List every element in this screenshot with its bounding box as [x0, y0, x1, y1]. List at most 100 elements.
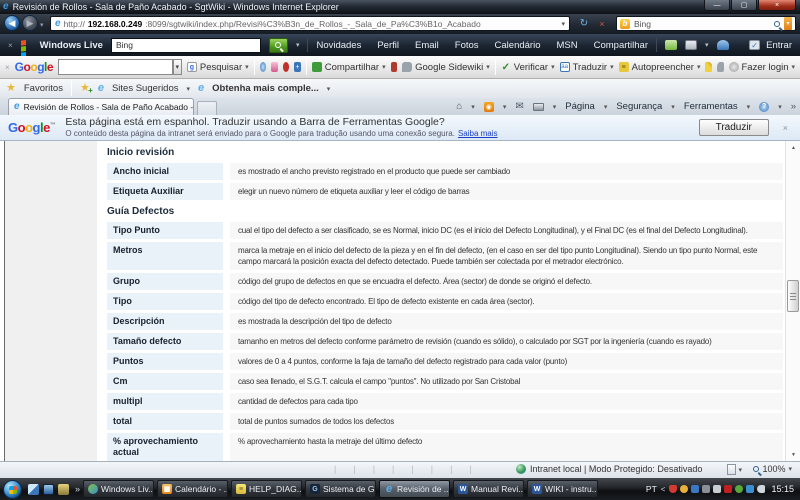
- quick-launch-overflow-icon[interactable]: »: [75, 484, 80, 494]
- taskbar-task[interactable]: GSistema de G...: [305, 480, 376, 498]
- scroll-up-icon[interactable]: ▲: [786, 141, 800, 154]
- home-icon[interactable]: ⌂: [456, 102, 462, 112]
- chevron-down-icon[interactable]: ▾: [327, 85, 331, 93]
- refresh-button[interactable]: ↻: [576, 16, 592, 31]
- live-search-button[interactable]: [269, 38, 288, 53]
- camera-icon[interactable]: [391, 62, 398, 72]
- security-shield-icon[interactable]: [669, 485, 677, 493]
- autofill-button[interactable]: ≡ Autopreencher▾: [619, 62, 701, 73]
- chevron-down-icon[interactable]: ▾: [503, 103, 507, 111]
- vertical-scrollbar[interactable]: ▲ ▼: [785, 141, 800, 461]
- mail-icon[interactable]: ✉: [515, 102, 523, 112]
- taskbar-task[interactable]: WManual Revi...: [453, 480, 524, 498]
- address-input[interactable]: e http://192.168.0.249:8099/sgtwiki/inde…: [50, 16, 570, 31]
- favorites-button[interactable]: Favoritos: [24, 83, 63, 94]
- close-button[interactable]: ×: [758, 0, 796, 11]
- toolbar-overflow-button[interactable]: »: [791, 101, 796, 112]
- pen-icon[interactable]: [713, 485, 721, 493]
- google-search-input[interactable]: [58, 59, 173, 75]
- taskbar-task[interactable]: Windows Liv...: [83, 480, 154, 498]
- live-search-input[interactable]: Bing: [111, 38, 261, 53]
- users-icon[interactable]: [691, 485, 699, 493]
- privacy-report-control[interactable]: ▾: [727, 464, 742, 475]
- table-row: Grupocódigo del grupo de defectos en que…: [107, 273, 783, 290]
- get-more-addons-button[interactable]: Obtenha mais comple...: [212, 83, 319, 94]
- kaspersky-icon[interactable]: [724, 485, 732, 493]
- browser-window: e Revisión de Rollos - Sala de Paño Acab…: [0, 0, 800, 500]
- translate-bar-close-icon[interactable]: ×: [783, 123, 788, 133]
- live-search-dropdown-icon[interactable]: ▾: [296, 41, 300, 49]
- live-toolbar-link[interactable]: MSN: [556, 40, 577, 51]
- wrench-icon[interactable]: [717, 62, 724, 72]
- learn-more-link[interactable]: Saiba mais: [458, 129, 498, 138]
- chevron-down-icon[interactable]: ▾: [705, 41, 709, 49]
- live-toolbar-link[interactable]: Perfil: [377, 40, 399, 51]
- add-favorite-icon[interactable]: ★: [80, 83, 90, 94]
- security-menu[interactable]: Segurança: [616, 101, 662, 112]
- chevron-down-icon[interactable]: ▾: [553, 103, 557, 111]
- browser-search-input[interactable]: b Bing ▾: [616, 16, 796, 31]
- popup-blocker-icon[interactable]: [283, 62, 290, 72]
- maximize-button[interactable]: ▢: [731, 0, 757, 11]
- zoom-control[interactable]: 100% ▾: [753, 464, 792, 474]
- back-button[interactable]: ◀: [4, 15, 20, 31]
- scroll-down-icon[interactable]: ▼: [786, 448, 800, 461]
- chevron-down-icon[interactable]: ▾: [471, 103, 475, 111]
- live-toolbar-link[interactable]: Email: [415, 40, 439, 51]
- display-icon[interactable]: [746, 485, 754, 493]
- history-dropdown-icon[interactable]: ▾: [40, 21, 44, 29]
- photos-icon[interactable]: [271, 62, 278, 72]
- network-icon[interactable]: [702, 485, 710, 493]
- translate-page-button[interactable]: Traduzir: [699, 119, 769, 136]
- share-button[interactable]: Compartilhar▾: [312, 62, 386, 73]
- live-toolbar-link[interactable]: Fotos: [455, 40, 479, 51]
- search-icon[interactable]: [774, 21, 780, 27]
- show-desktop-icon[interactable]: [28, 484, 39, 495]
- tab-active[interactable]: e Revisión de Rollos - Sala de Paño Acab…: [8, 98, 194, 115]
- live-toolbar-close-icon[interactable]: ×: [8, 41, 13, 50]
- messenger-tray-icon[interactable]: [680, 485, 688, 493]
- translate-button[interactable]: áa Traduzir▾: [560, 62, 614, 73]
- search-dropdown-icon[interactable]: ▾: [784, 17, 792, 30]
- highlighter-icon[interactable]: [705, 62, 712, 72]
- taskbar-task[interactable]: ≡HELP_DIAG...: [231, 480, 302, 498]
- google-search-dropdown-icon[interactable]: ▾: [173, 59, 182, 75]
- add-button-icon[interactable]: +: [294, 62, 301, 72]
- chevron-down-icon[interactable]: ▾: [187, 85, 191, 93]
- start-button[interactable]: [3, 480, 22, 499]
- forward-button[interactable]: ▶: [22, 15, 38, 31]
- people-icon[interactable]: [717, 40, 729, 50]
- stop-button[interactable]: ×: [594, 16, 610, 31]
- address-dropdown-icon[interactable]: ▾: [561, 20, 565, 28]
- new-tab-button[interactable]: [197, 101, 217, 115]
- write-blog-icon[interactable]: [665, 40, 677, 50]
- power-icon[interactable]: [735, 485, 743, 493]
- spellcheck-button[interactable]: ✓ Verificar▾: [501, 62, 555, 73]
- tools-menu[interactable]: Ferramentas: [684, 101, 738, 112]
- scrollbar-thumb[interactable]: [787, 280, 799, 312]
- quick-launch-app-icon[interactable]: [58, 484, 69, 495]
- live-toolbar-link[interactable]: Novidades: [316, 40, 361, 51]
- google-search-button[interactable]: g Pesquisar▾: [187, 62, 249, 73]
- language-indicator[interactable]: PT: [646, 484, 657, 494]
- switch-windows-icon[interactable]: [43, 484, 54, 495]
- rss-icon[interactable]: ◉: [484, 102, 494, 112]
- globe-icon[interactable]: [260, 62, 267, 72]
- taskbar-task[interactable]: WWIKI - instru...: [527, 480, 598, 498]
- page-menu[interactable]: Página: [565, 101, 595, 112]
- google-sign-in-button[interactable]: Fazer login▾: [729, 62, 796, 73]
- minimize-button[interactable]: —: [704, 0, 730, 11]
- google-toolbar-close-icon[interactable]: ×: [5, 63, 10, 72]
- taskbar-task[interactable]: ▦Calendário - ...: [157, 480, 228, 498]
- print-icon[interactable]: [533, 103, 544, 111]
- suggested-sites-button[interactable]: Sites Sugeridos: [112, 83, 179, 94]
- window-icon[interactable]: [685, 40, 697, 50]
- live-toolbar-link[interactable]: Compartilhar: [594, 40, 648, 51]
- tray-collapse-icon[interactable]: <: [661, 485, 666, 494]
- volume-icon[interactable]: [757, 485, 765, 493]
- taskbar-task[interactable]: eRevisión de ...: [379, 480, 450, 498]
- help-icon[interactable]: ?: [759, 102, 769, 112]
- sign-in-button[interactable]: Entrar: [766, 40, 792, 51]
- live-toolbar-link[interactable]: Calendário: [495, 40, 541, 51]
- sidewiki-button[interactable]: Google Sidewiki▾: [402, 62, 490, 73]
